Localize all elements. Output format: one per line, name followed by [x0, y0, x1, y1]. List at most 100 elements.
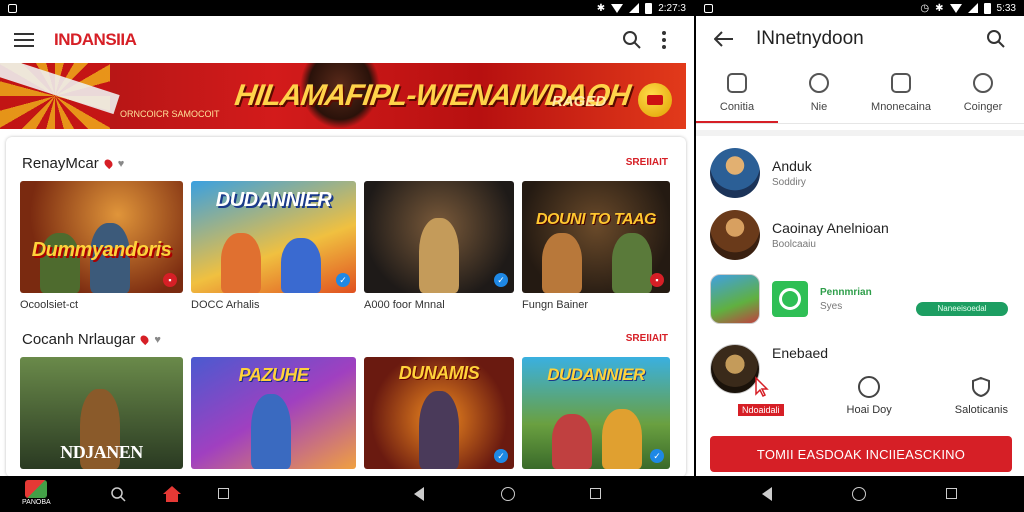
brand-logo: INDANSIIA	[54, 30, 137, 49]
store-badge-icon: ▪	[163, 273, 177, 287]
action-label: Saloticanis	[954, 404, 1008, 416]
verified-icon: ✓	[494, 449, 508, 463]
chat-icon	[891, 72, 911, 93]
battery-icon	[983, 2, 991, 14]
home-circle-icon[interactable]	[852, 487, 866, 501]
search-icon[interactable]	[616, 24, 648, 56]
overview-icon[interactable]	[590, 488, 601, 499]
tab-conitia[interactable]: Conitia	[696, 62, 778, 123]
card-art-title: DUNAMIS	[398, 363, 480, 383]
app-bar: INDANSIIA	[0, 16, 694, 64]
back-icon[interactable]	[414, 487, 424, 501]
section-title: Cocanh Nrlaugar	[22, 331, 136, 348]
info-icon: ♥	[154, 333, 161, 346]
nav-home[interactable]: PANOBA	[22, 480, 51, 506]
status-time: 5:33	[996, 2, 1016, 14]
app-home-icon	[25, 480, 48, 498]
list-item-subtitle: Syes	[820, 300, 843, 312]
right-screen: ◷ ✱ 5:33 INnetnydoon Conitia Nie Mnoneca…	[696, 0, 1024, 512]
home-icon[interactable]	[162, 485, 182, 503]
avatar	[710, 210, 760, 260]
battery-icon	[645, 2, 653, 14]
home-circle-icon[interactable]	[501, 487, 515, 501]
left-screen: ✱ 2:27:3 INDANSIIA HILAMAFIPL-WIENAIWDAO…	[0, 0, 694, 512]
app-thumbnail	[710, 274, 760, 324]
coin-icon	[638, 83, 672, 117]
card-art-title: Dummyandoris	[31, 239, 172, 261]
tab-bar: Conitia Nie Mnonecaina Coinger	[696, 62, 1024, 124]
signal-icon	[967, 3, 978, 13]
tab-coinger[interactable]: Coinger	[942, 62, 1024, 123]
wifi-icon	[611, 3, 624, 13]
game-card[interactable]: PAZUHE	[191, 357, 356, 469]
shield-icon	[972, 376, 991, 398]
search-icon[interactable]	[980, 23, 1012, 55]
install-pill-button[interactable]: Naneeisoedal	[916, 302, 1008, 316]
status-bar: ✱ 2:27:3	[0, 0, 694, 16]
list-item-title: Enebaed	[772, 345, 829, 361]
bluetooth-icon: ✱	[935, 2, 944, 14]
search-icon[interactable]	[110, 486, 126, 502]
game-catalog: RenayMcar ♥ SREIIAIT Dummyandoris ▪ Ocoo…	[6, 137, 686, 477]
back-arrow-icon[interactable]	[708, 23, 740, 55]
see-more-link[interactable]: SREIIAIT	[626, 157, 668, 168]
more-options-icon[interactable]	[648, 24, 680, 56]
action-label: Ndoaidali	[738, 404, 784, 416]
game-card[interactable]: NDJANEN	[20, 357, 183, 469]
signal-icon	[629, 3, 640, 13]
list-item[interactable]: Caoinay Anelnioan Boolcaaiu	[710, 210, 889, 260]
banner-subtitle: ORNCOICR SAMOCOIT	[120, 109, 220, 119]
notification-icon	[704, 3, 713, 13]
bluetooth-icon: ✱	[596, 2, 606, 14]
game-card[interactable]: DUDANNIER ✓	[522, 357, 670, 469]
card-art-title: DUDANNIER	[215, 189, 332, 211]
game-card[interactable]: ✓ A000 foor Mnnal	[364, 181, 514, 311]
recents-icon[interactable]	[218, 488, 229, 499]
overview-icon[interactable]	[946, 488, 957, 499]
game-card[interactable]: DUNAMIS ✓	[364, 357, 514, 469]
list-item[interactable]: Anduk Soddiry	[710, 148, 812, 198]
section-title: RenayMcar	[22, 155, 99, 172]
tab-mnonecaina[interactable]: Mnonecaina	[860, 62, 942, 123]
section-header: RenayMcar ♥	[22, 155, 124, 172]
store-icon	[727, 72, 747, 93]
game-title: Fungn Bainer	[522, 299, 589, 311]
game-card[interactable]: Dummyandoris ▪ Ocoolsiet-ct	[20, 181, 183, 311]
status-time: 2:27:3	[658, 2, 686, 14]
primary-cta-button[interactable]: TOMII EASDOAK INCIIEASCKINO	[710, 436, 1012, 472]
app-install-icon	[772, 281, 808, 317]
action-label: Hoai Doy	[846, 404, 892, 416]
action-hoai-doy[interactable]: Hoai Doy	[847, 376, 892, 416]
back-icon[interactable]	[762, 487, 772, 501]
smile-icon	[858, 376, 881, 398]
bottom-navigation: PANOBA	[0, 476, 694, 512]
see-more-link[interactable]: SREIIAIT	[626, 333, 668, 344]
card-row: NDJANEN PAZUHE DUNAMIS ✓ DUDANNIER ✓	[20, 357, 670, 469]
store-badge-icon: ▪	[650, 273, 664, 287]
menu-icon[interactable]	[14, 33, 34, 47]
action-row: Ndoaidali Hoai Doy Saloticanis	[738, 376, 1008, 416]
list-item[interactable]: Pennmrian Syes	[710, 274, 872, 324]
info-icon: ♥	[117, 157, 125, 170]
game-card[interactable]: DOUNI TO TAAG ▪ Fungn Bainer	[522, 181, 670, 311]
verified-icon: ✓	[336, 273, 350, 287]
action-download[interactable]: Ndoaidali	[738, 376, 784, 416]
card-art-title: DOUNI TO TAAG	[535, 211, 657, 228]
pin-icon	[102, 157, 114, 170]
pin-icon	[139, 333, 151, 346]
wifi-icon	[949, 3, 962, 13]
list-item-title: Pennmrian	[820, 286, 872, 298]
page-title: INnetnydoon	[756, 28, 864, 49]
section-header: Cocanh Nrlaugar ♥	[22, 331, 161, 348]
people-icon	[973, 72, 993, 93]
game-card[interactable]: DUDANNIER ✓ DOCC Arhalis	[191, 181, 356, 311]
game-title: A000 foor Mnnal	[364, 299, 445, 311]
verified-icon: ✓	[650, 449, 664, 463]
cursor-icon	[755, 376, 769, 398]
game-title: Ocoolsiet-ct	[20, 299, 79, 311]
action-saloticanis[interactable]: Saloticanis	[955, 376, 1008, 416]
card-art-title: PAZUHE	[238, 365, 309, 385]
banner-cta[interactable]: RAGED	[552, 93, 606, 110]
tab-nie[interactable]: Nie	[778, 62, 860, 123]
promo-banner[interactable]: HILAMAFIPL-WIENAIWDAOH ORNCOICR SAMOCOIT…	[0, 63, 686, 129]
